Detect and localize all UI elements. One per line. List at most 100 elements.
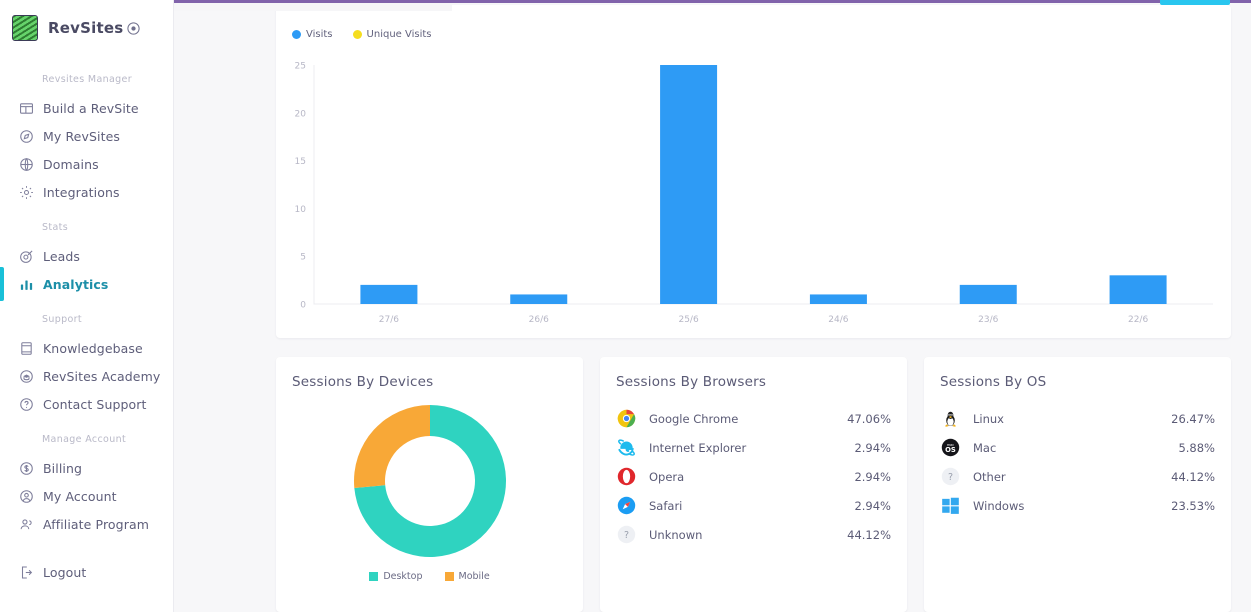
svg-text:OS: OS [945,446,956,454]
list-item[interactable]: Internet Explorer 2.94% [616,433,891,462]
legend-item-visits[interactable]: Visits [292,29,333,40]
legend-swatch-unique-visits [353,30,362,39]
y-axis-tick-label: 10 [295,205,307,215]
devices-legend: Desktop Mobile [276,571,583,582]
x-axis-tick-label: 25/6 [678,315,698,325]
sidebar-item-label: My Account [43,489,117,504]
card-title: Sessions By OS [924,357,1231,390]
sidebar: RevSites Revsites Manager Build a RevSit… [0,0,174,612]
revsites-logo-icon [12,15,38,41]
bar[interactable] [360,285,417,304]
os-list: Linux 26.47% mac OS Mac 5.88% [924,390,1231,520]
list-item-value: 47.06% [847,412,891,426]
bar-chart-plot: 051015202527/626/625/624/623/622/6 [276,49,1221,338]
bar-chart-icon [17,275,35,293]
sidebar-item-my-account[interactable]: My Account [0,482,173,510]
legend-item-desktop[interactable]: Desktop [369,571,422,582]
list-item-value: 44.12% [1171,470,1215,484]
list-item-label: Unknown [649,528,702,542]
bar[interactable] [1110,275,1167,304]
sidebar-item-domains[interactable]: Domains [0,150,173,178]
list-item-label: Internet Explorer [649,441,746,455]
sidebar-item-label: Knowledgebase [43,341,143,356]
bar[interactable] [960,285,1017,304]
sidebar-item-label: Contact Support [43,397,147,412]
x-axis-tick-label: 24/6 [828,315,848,325]
internet-explorer-icon [616,437,637,458]
list-item-value: 2.94% [854,441,891,455]
app-root: RevSites Revsites Manager Build a RevSit… [0,0,1251,612]
logout-icon [17,563,35,581]
bar-chart-svg[interactable]: 051015202527/626/625/624/623/622/6 [276,49,1221,338]
legend-swatch-mobile [445,572,454,581]
bar[interactable] [510,294,567,304]
bar[interactable] [810,294,867,304]
sidebar-section-stats: Stats [0,222,173,233]
sidebar-item-integrations[interactable]: Integrations [0,178,173,206]
list-item-value: 2.94% [854,470,891,484]
list-item[interactable]: ? Other 44.12% [940,462,1215,491]
sidebar-item-label: Logout [43,565,86,580]
devices-donut-chart[interactable] [276,393,583,569]
unknown-icon: ? [616,524,637,545]
x-axis-tick-label: 27/6 [379,315,399,325]
x-axis-tick-label: 23/6 [978,315,998,325]
list-item[interactable]: mac OS Mac 5.88% [940,433,1215,462]
sidebar-item-build-a-revsite[interactable]: Build a RevSite [0,94,173,122]
sidebar-section-manage-account: Manage Account [0,434,173,445]
legend-label: Mobile [459,571,490,582]
sidebar-item-analytics[interactable]: Analytics [0,270,173,298]
top-tab-indicator[interactable] [1160,0,1230,5]
sidebar-item-contact-support[interactable]: Contact Support [0,390,173,418]
list-item-label: Other [973,470,1006,484]
chrome-icon [616,408,637,429]
compass-icon [17,127,35,145]
main-content: Visits Unique Visits 051015202527/626/62… [174,0,1251,612]
list-item[interactable]: Opera 2.94% [616,462,891,491]
sidebar-section-revsites-manager: Revsites Manager [0,74,173,85]
y-axis-tick-label: 5 [300,253,306,263]
list-item-label: Mac [973,441,996,455]
stats-cards-row: Sessions By Devices Desktop Mobile [276,357,1231,612]
list-item-value: 5.88% [1178,441,1215,455]
legend-label: Visits [306,29,333,40]
list-item[interactable]: Google Chrome 47.06% [616,404,891,433]
bar[interactable] [660,65,717,304]
sidebar-item-affiliate-program[interactable]: Affiliate Program [0,510,173,538]
users-icon [17,515,35,533]
target-icon [17,247,35,265]
sidebar-item-label: Leads [43,249,80,264]
sidebar-item-my-revsites[interactable]: My RevSites [0,122,173,150]
sidebar-item-revsites-academy[interactable]: RevSites Academy [0,362,173,390]
sidebar-item-label: My RevSites [43,129,120,144]
x-axis-tick-label: 22/6 [1128,315,1148,325]
brand-header: RevSites [0,0,173,56]
gear-icon [17,183,35,201]
sidebar-item-label: Analytics [43,277,108,292]
opera-icon [616,466,637,487]
donut-slice[interactable] [354,405,430,488]
sidebar-item-leads[interactable]: Leads [0,242,173,270]
list-item[interactable]: Linux 26.47% [940,404,1215,433]
list-item[interactable]: Safari 2.94% [616,491,891,520]
list-item[interactable]: ? Unknown 44.12% [616,520,891,549]
sidebar-item-logout[interactable]: Logout [0,558,173,586]
sidebar-item-label: RevSites Academy [43,369,160,384]
legend-item-mobile[interactable]: Mobile [445,571,490,582]
legend-swatch-desktop [369,572,378,581]
legend-item-unique-visits[interactable]: Unique Visits [353,29,432,40]
globe-icon [17,155,35,173]
legend-swatch-visits [292,30,301,39]
target-settings-icon[interactable] [126,21,141,36]
list-item-label: Safari [649,499,682,513]
sessions-by-browsers-card: Sessions By Browsers [600,357,907,612]
card-title: Sessions By Devices [276,357,583,390]
sidebar-item-knowledgebase[interactable]: Knowledgebase [0,334,173,362]
graduation-icon [17,367,35,385]
sidebar-item-label: Billing [43,461,82,476]
windows-icon [940,495,961,516]
browsers-list: Google Chrome 47.06% Internet [600,390,907,549]
sidebar-section-support: Support [0,314,173,325]
sidebar-item-billing[interactable]: Billing [0,454,173,482]
list-item[interactable]: Windows 23.53% [940,491,1215,520]
